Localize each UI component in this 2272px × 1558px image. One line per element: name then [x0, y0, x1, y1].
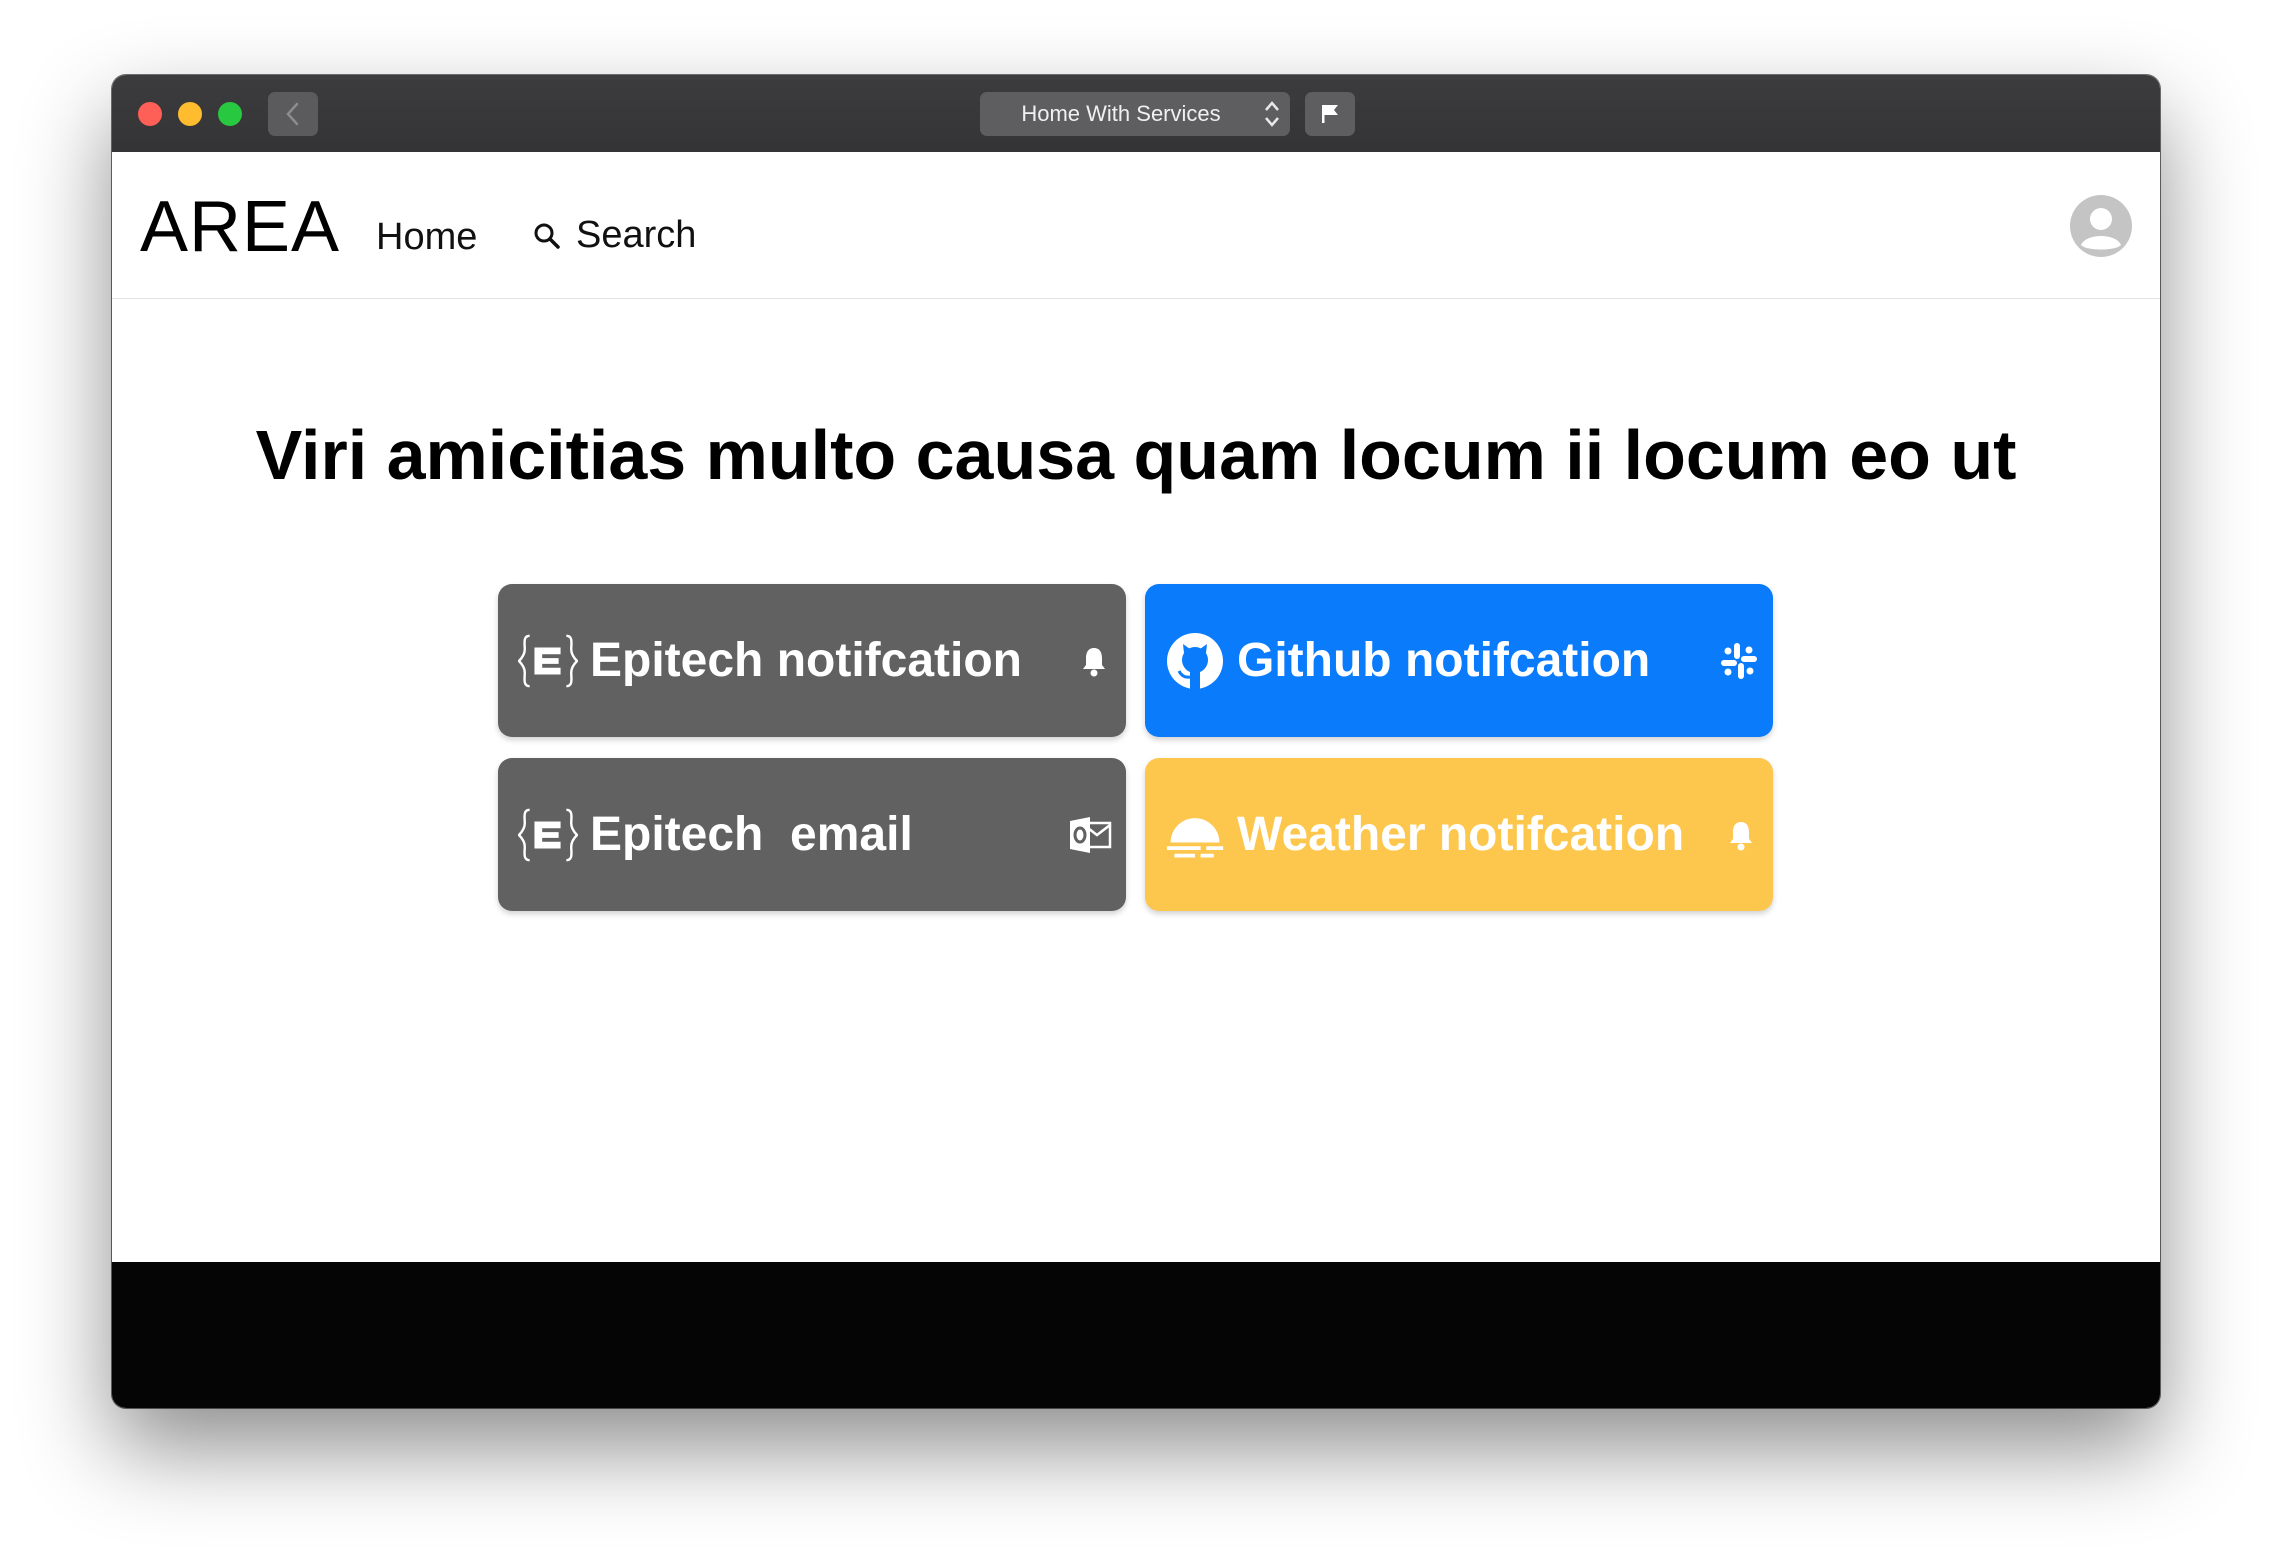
app-logo[interactable]: AREA	[140, 186, 340, 268]
nav-search-link[interactable]: Search	[532, 214, 696, 257]
card-title: Epitech notifcation	[590, 634, 1022, 687]
service-card-weather-notification[interactable]: Weather notifcation	[1145, 758, 1773, 911]
account-avatar-icon[interactable]	[2070, 195, 2132, 257]
weather-sunset-icon	[1165, 805, 1225, 865]
minimize-window-button[interactable]	[178, 102, 202, 126]
flag-icon	[1322, 105, 1338, 123]
chevron-updown-icon	[1265, 101, 1279, 127]
card-title: Weather notifcation	[1237, 808, 1685, 861]
slack-icon	[1719, 584, 1759, 737]
service-card-epitech-email[interactable]: Epitech email	[498, 758, 1126, 911]
epitech-logo-icon	[518, 631, 578, 691]
service-card-github-notification[interactable]: Github notifcation	[1145, 584, 1773, 737]
close-window-button[interactable]	[138, 102, 162, 126]
card-title: Github notifcation	[1237, 634, 1651, 687]
service-card-epitech-notification[interactable]: Epitech notifcation	[498, 584, 1126, 737]
github-icon	[1165, 631, 1225, 691]
page-footer	[112, 1262, 2160, 1408]
back-button[interactable]	[268, 92, 318, 136]
page-headline: Viri amicitias multo causa quam locum ii…	[255, 416, 2017, 494]
bell-icon	[1076, 584, 1112, 737]
nav-search-label: Search	[576, 214, 697, 256]
app-window: Home With Services AREA Home Search Viri…	[112, 75, 2160, 1408]
outlook-icon	[1068, 758, 1112, 911]
scheme-label: Home With Services	[1021, 101, 1221, 126]
window-titlebar: Home With Services	[112, 75, 2160, 153]
bell-icon	[1723, 758, 1759, 911]
app-header: AREA Home Search	[112, 152, 2160, 299]
nav-home-link[interactable]: Home	[376, 216, 477, 259]
zoom-window-button[interactable]	[218, 102, 242, 126]
card-title: Epitech email	[590, 808, 913, 861]
chevron-left-icon	[286, 102, 299, 126]
scheme-selector[interactable]: Home With Services	[980, 92, 1290, 136]
flag-button[interactable]	[1305, 92, 1355, 136]
search-icon	[532, 221, 562, 251]
epitech-logo-icon	[518, 805, 578, 865]
